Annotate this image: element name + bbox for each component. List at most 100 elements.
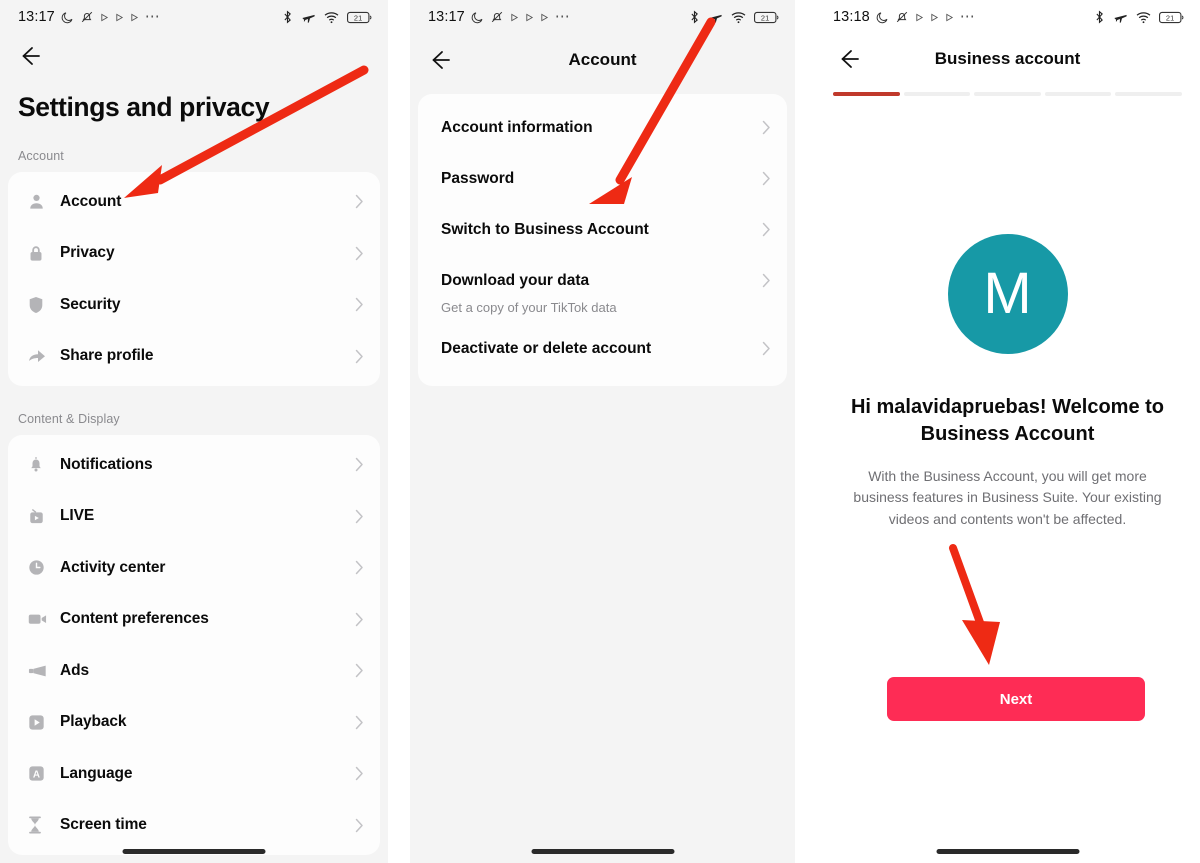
chevron-right-icon <box>355 663 364 678</box>
sidebar-item-screen-time[interactable]: Screen time <box>8 800 380 852</box>
chevron-right-icon <box>355 349 364 364</box>
sidebar-item-label: LIVE <box>60 507 95 525</box>
person-icon <box>28 193 54 210</box>
play-icon <box>945 13 954 22</box>
chevron-right-icon <box>355 246 364 261</box>
list-item-password[interactable]: Password <box>418 153 787 204</box>
settings-card-account: Account Privacy Security Share profile <box>8 172 380 386</box>
live-icon <box>28 508 54 525</box>
chevron-right-icon <box>762 171 771 186</box>
lock-icon <box>28 245 54 262</box>
panel1-topbar <box>0 34 388 78</box>
list-item-download-your-data[interactable]: Download your data <box>418 255 787 306</box>
welcome-heading: Hi malavidapruebas! Welcome to Business … <box>850 395 1165 445</box>
play-icon <box>100 13 109 22</box>
sidebar-item-label: Ads <box>60 661 89 679</box>
shield-icon <box>28 296 54 314</box>
sidebar-item-label: Account <box>60 192 122 210</box>
status-bar-left: 13:17 ⋯ <box>18 9 161 25</box>
status-bar-panel1: 13:17 ⋯ 21 <box>0 0 388 34</box>
chevron-right-icon <box>355 297 364 312</box>
onboarding-progress-bar <box>815 84 1200 96</box>
list-item-deactivate-or-delete-account[interactable]: Deactivate or delete account <box>418 323 787 374</box>
progress-segment-1 <box>833 92 900 96</box>
sidebar-item-label: Playback <box>60 713 127 731</box>
sidebar-item-label: Screen time <box>60 816 147 834</box>
chevron-right-icon <box>762 341 771 356</box>
status-bar-right: 21 <box>1094 10 1185 24</box>
play-icon <box>930 13 939 22</box>
sidebar-item-live[interactable]: LIVE <box>8 491 380 543</box>
video-camera-icon <box>28 612 54 626</box>
sidebar-item-language[interactable]: A Language <box>8 748 380 800</box>
battery-icon: 21 <box>347 11 373 24</box>
panel-account: 13:17 ⋯ 21 Account Account information P… <box>410 0 795 863</box>
status-bar-right: 21 <box>689 10 780 24</box>
battery-icon: 21 <box>754 11 780 24</box>
battery-level-text: 21 <box>1166 13 1174 22</box>
sidebar-item-playback[interactable]: Playback <box>8 697 380 749</box>
list-item-label: Switch to Business Account <box>441 220 649 238</box>
back-arrow-icon[interactable] <box>835 46 861 72</box>
status-bar-panel2: 13:17 ⋯ 21 <box>410 0 795 34</box>
list-item-account-information[interactable]: Account information <box>418 102 787 153</box>
bell-icon <box>28 456 54 473</box>
sidebar-item-account[interactable]: Account <box>8 176 380 228</box>
page-title: Settings and privacy <box>18 92 270 122</box>
ellipsis-icon: ⋯ <box>144 8 161 25</box>
moon-icon <box>471 11 484 24</box>
sidebar-item-notifications[interactable]: Notifications <box>8 439 380 491</box>
avatar: M <box>947 233 1068 354</box>
chevron-right-icon <box>762 222 771 237</box>
battery-level-text: 21 <box>354 13 362 22</box>
bell-muted-icon <box>80 10 94 24</box>
progress-segment-3 <box>974 92 1041 96</box>
home-indicator <box>531 849 674 854</box>
battery-level-text: 21 <box>761 13 769 22</box>
chevron-right-icon <box>355 766 364 781</box>
chevron-right-icon <box>355 715 364 730</box>
sidebar-item-label: Language <box>60 764 133 782</box>
play-square-icon <box>28 714 54 731</box>
sidebar-item-content-preferences[interactable]: Content preferences <box>8 594 380 646</box>
list-item-switch-to-business-account[interactable]: Switch to Business Account <box>418 204 787 255</box>
progress-segment-2 <box>903 92 971 96</box>
sidebar-item-privacy[interactable]: Privacy <box>8 228 380 280</box>
play-icon <box>540 13 549 22</box>
chevron-right-icon <box>355 560 364 575</box>
battery-icon: 21 <box>1159 11 1185 24</box>
next-button[interactable]: Next <box>887 677 1145 721</box>
page-title: Account <box>568 50 637 69</box>
wifi-icon <box>324 11 339 24</box>
ellipsis-icon: ⋯ <box>554 8 571 25</box>
sidebar-item-activity-center[interactable]: Activity center <box>8 542 380 594</box>
sidebar-item-share-profile[interactable]: Share profile <box>8 331 380 383</box>
account-options-card: Account information Password Switch to B… <box>418 94 787 386</box>
play-icon <box>525 13 534 22</box>
welcome-description: With the Business Account, you will get … <box>853 467 1162 527</box>
section-label-content-display: Content & Display <box>18 412 120 426</box>
bell-muted-icon <box>895 10 909 24</box>
play-icon <box>130 13 139 22</box>
chevron-right-icon <box>762 273 771 288</box>
back-arrow-icon[interactable] <box>16 43 42 69</box>
play-icon <box>115 13 124 22</box>
status-bar-clock: 13:18 <box>833 9 870 25</box>
sidebar-item-security[interactable]: Security <box>8 279 380 331</box>
panel-divider <box>795 0 815 863</box>
sidebar-item-label: Activity center <box>60 558 166 576</box>
home-indicator <box>936 849 1079 854</box>
settings-card-content-display: Notifications LIVE Activity center Conte… <box>8 435 380 855</box>
status-bar-right: 21 <box>282 10 373 24</box>
panel2-topbar: Account <box>410 34 795 86</box>
hourglass-icon <box>28 816 54 834</box>
back-arrow-icon[interactable] <box>426 47 452 73</box>
list-item-subtitle: Get a copy of your TikTok data <box>441 300 617 315</box>
list-item-label: Download your data <box>441 271 590 289</box>
wifi-icon <box>1136 11 1151 24</box>
page-title: Business account <box>934 49 1081 68</box>
sidebar-item-ads[interactable]: Ads <box>8 645 380 697</box>
svg-text:A: A <box>33 770 40 781</box>
ellipsis-icon: ⋯ <box>959 8 976 25</box>
airplane-icon <box>1113 10 1128 24</box>
